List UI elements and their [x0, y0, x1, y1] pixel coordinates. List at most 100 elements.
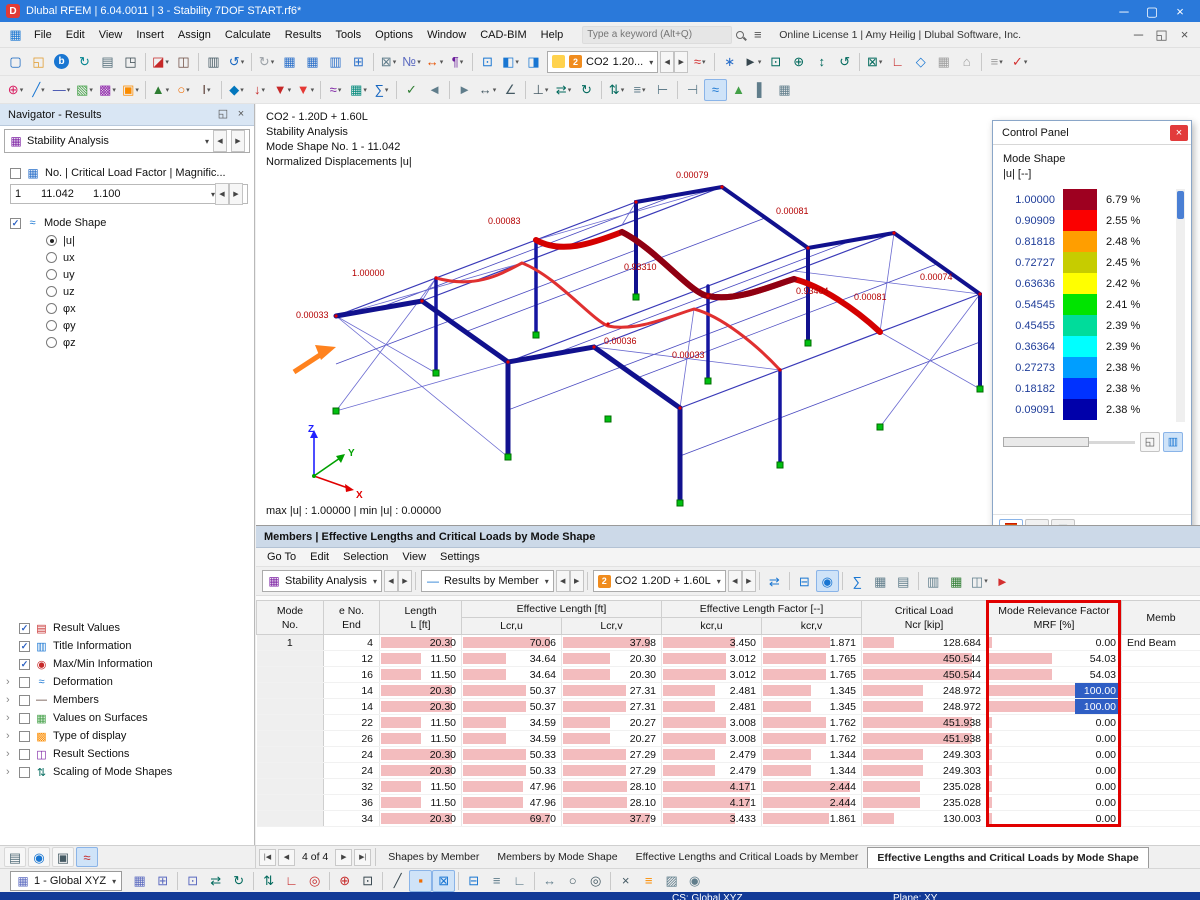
select-window-icon[interactable]: ⊡ [356, 870, 379, 892]
child-close-button[interactable]: × [1173, 24, 1196, 46]
close-button[interactable]: × [1166, 1, 1194, 21]
minimize-button[interactable]: ─ [1110, 1, 1138, 21]
table-layout-icon[interactable]: ▦ [301, 51, 324, 73]
menu-settings[interactable]: Settings [433, 547, 487, 567]
panel-undock-icon[interactable]: ◱ [1140, 432, 1160, 452]
table-load-case-combo[interactable]: 2 CO2 1.20D + 1.60L [592, 570, 726, 592]
table-export-icon[interactable]: ⊞ [347, 51, 370, 73]
col-header-kcru[interactable]: kcr,u [661, 617, 763, 635]
settings-gear-icon[interactable]: ◉ [683, 870, 706, 892]
col-header-end[interactable]: e No. End [323, 600, 380, 635]
result-curve-icon[interactable]: ≈ [76, 847, 98, 867]
mode-row-select[interactable]: 1 11.042 1.100 [10, 183, 248, 205]
nav-option-result-values[interactable]: ▤Result Values [0, 619, 254, 637]
model-sync-icon[interactable]: ↻ [73, 51, 96, 73]
results-by-prev-button[interactable] [555, 570, 570, 592]
rotate-icon[interactable]: ↻ [575, 79, 598, 101]
insert-opening-icon[interactable]: ▣ ▾ [119, 79, 142, 101]
panel-dock-icon[interactable]: ▥ [1163, 432, 1183, 452]
mode-prev-button[interactable] [215, 183, 229, 205]
col-header-lcrv[interactable]: Lcr,v [560, 617, 663, 635]
menu-selection[interactable]: Selection [336, 547, 395, 567]
grid-toggle-icon[interactable]: ▦ [128, 870, 151, 892]
insert-line-icon[interactable]: ╱ ▾ [27, 79, 50, 101]
measure-icon[interactable]: ↔ ▾ [423, 51, 446, 73]
next-load-case-icon[interactable]: ► [453, 79, 476, 101]
pan-view-icon[interactable]: ↕ [810, 51, 833, 73]
move-icon[interactable]: ⇄ ▾ [552, 79, 575, 101]
visibility-eye-icon[interactable]: ◉ [28, 847, 50, 867]
nodal-support-icon[interactable]: ▲ ▾ [149, 79, 172, 101]
nav-option-deformation[interactable]: › ≈ Deformation [0, 673, 254, 691]
last-table-button[interactable]: ▶| [354, 848, 372, 866]
comment-icon[interactable]: ¶ ▾ [446, 51, 469, 73]
analysis-next-button[interactable] [231, 130, 245, 152]
dxf-layers-icon[interactable]: ⊟ [462, 870, 485, 892]
save-icon[interactable]: ◳ [119, 51, 142, 73]
lock-icon[interactable]: ▪ [409, 869, 433, 892]
mesh-icon[interactable]: ▦ ▾ [347, 79, 370, 101]
table-row[interactable]: 24 20.30 50.33 27.29 2.479 1.344 249.303 0.00 [256, 746, 1200, 763]
quick-access-icon[interactable]: ▦ [4, 24, 27, 46]
child-minimize-button[interactable]: ─ [1127, 24, 1150, 46]
angle-dimension-icon[interactable]: ∠ [499, 79, 522, 101]
grid-points-icon[interactable]: ⊞ [151, 870, 174, 892]
select-line-icon[interactable]: ╱ [386, 870, 409, 892]
nav-option-max-min-information[interactable]: ◉Max/Min Information [0, 655, 254, 673]
surface-load-icon[interactable]: ▼ ▾ [294, 79, 317, 101]
search-values-icon[interactable]: ◉ [815, 570, 839, 592]
result-beam-icon[interactable]: ≈ [704, 78, 727, 101]
check-model-icon[interactable]: ✓ [400, 79, 423, 101]
zoom-extents-icon[interactable]: ⊠ ▾ [863, 51, 886, 73]
load-case-prev-button[interactable] [660, 50, 675, 73]
ellipse-tool-icon[interactable]: ◎ [584, 870, 607, 892]
show-results-icon[interactable]: ≈ ▾ [688, 51, 711, 73]
table-row[interactable]: 1 4 20.30 70.06 37.98 3.450 1.871 128.684 0.00 En… [256, 634, 1200, 651]
layers-icon[interactable]: ≡ [637, 870, 660, 892]
col-header-effective-length-factor[interactable]: Effective Length Factor [--] [661, 600, 863, 618]
color-scale[interactable]: 1.00000 6.79 % 0.90909 2.55 % 0.81818 2.48 % 0… [1001, 189, 1185, 422]
table-rows-icon[interactable]: ▥ [324, 51, 347, 73]
control-panel-close-button[interactable]: × [1170, 124, 1188, 141]
nav-option-result-sections[interactable]: › ◫ Result Sections [0, 745, 254, 763]
table-row[interactable]: 34 20.30 69.70 37.79 3.433 1.861 130.003 0.00 [256, 810, 1200, 827]
insert-surface-icon[interactable]: ▧ ▾ [73, 79, 96, 101]
menu-edit[interactable]: Edit [303, 547, 336, 567]
ortho-mode-icon[interactable]: ∟ [280, 870, 303, 892]
results-by-select[interactable]: — Results by Member [420, 570, 554, 592]
numbering-icon[interactable]: № ▾ [400, 51, 423, 73]
table-row[interactable]: 36 11.50 47.96 28.10 4.171 2.444 235.028 0.00 [256, 794, 1200, 811]
table-row[interactable]: 16 11.50 34.64 20.30 3.012 1.765 450.544 54.03 [256, 666, 1200, 683]
polar-tracking-icon[interactable]: ◎ [303, 870, 326, 892]
zoom-window-icon[interactable]: ⊡ [764, 51, 787, 73]
mode-component-φy[interactable]: φy [10, 317, 254, 334]
nav-option-title-information[interactable]: ▥Title Information [0, 637, 254, 655]
table-view-icon[interactable]: ▦ [278, 51, 301, 73]
menu-cad-bim[interactable]: CAD-BIM [473, 25, 533, 45]
result-sum-icon[interactable]: ∑ [846, 570, 869, 592]
col-header-mrf[interactable]: Mode Relevance Factor MRF [%] [986, 600, 1123, 635]
col-header-lcru[interactable]: Lcr,u [461, 617, 562, 635]
zoom-in-icon[interactable]: ⊕ [787, 51, 810, 73]
menu-file[interactable]: File [27, 25, 59, 45]
col-header-effective-length[interactable]: Effective Length [ft] [460, 600, 663, 618]
navigator-float-button[interactable]: ◱ [214, 106, 232, 124]
calculate-all-icon[interactable]: ∑ ▾ [370, 79, 393, 101]
child-restore-button[interactable]: ◱ [1150, 24, 1173, 46]
coordinate-system-icon[interactable]: ∟ [886, 51, 909, 73]
material-icon[interactable]: ◆ ▾ [225, 79, 248, 101]
mode-grid-checkbox[interactable] [10, 167, 21, 179]
menu-tools[interactable]: Tools [328, 25, 368, 45]
mode-component-φx[interactable]: φx [10, 300, 254, 317]
delete-results-icon[interactable]: ◪ ▾ [149, 51, 172, 73]
navigator-header[interactable]: Navigator - Results ◱ × [0, 104, 254, 126]
filter-rows-icon[interactable]: ⊟ [793, 570, 816, 592]
tree-item-mode-shape[interactable]: ≈ Mode Shape [10, 214, 254, 232]
mode-component-φz[interactable]: φz [10, 334, 254, 351]
search-icon[interactable] [736, 30, 745, 39]
table-load-case-prev-button[interactable] [727, 570, 742, 592]
table-print-icon[interactable]: ▥ [922, 570, 945, 592]
table-row[interactable]: 26 11.50 34.59 20.27 3.008 1.762 451.938 0.00 [256, 730, 1200, 747]
mirror-tool-icon[interactable]: ⇅ [257, 870, 280, 892]
table-load-case-next-button[interactable] [741, 570, 756, 592]
